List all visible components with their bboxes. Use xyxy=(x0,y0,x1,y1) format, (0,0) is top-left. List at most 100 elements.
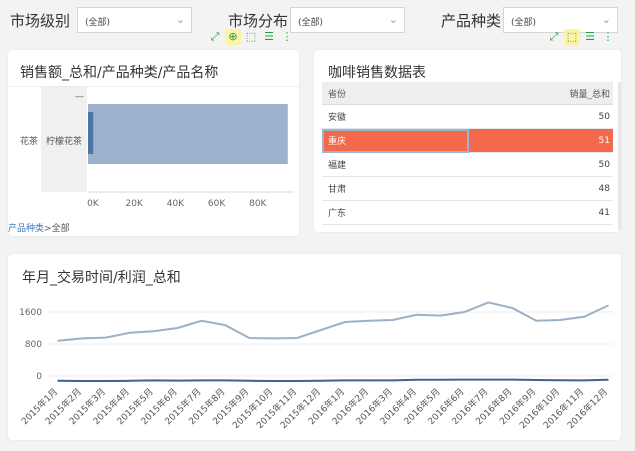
table-row[interactable]: 广西40 xyxy=(322,224,613,232)
more-vert-icon[interactable]: ⋮ xyxy=(600,29,616,45)
cell-sales[interactable]: 40 xyxy=(469,224,613,232)
line-point[interactable] xyxy=(344,379,346,382)
line-point[interactable] xyxy=(200,379,203,382)
column-header-province[interactable]: 省份 xyxy=(322,82,469,105)
collapse-toggle[interactable]: — xyxy=(75,92,84,102)
bar-chart: — 花茶 柠檬花茶 0K 20K 40K 60K 80K xyxy=(8,86,299,209)
line-point[interactable] xyxy=(368,379,370,382)
filter-label: 市场级别 xyxy=(10,11,71,30)
cell-province[interactable]: 广西 xyxy=(322,224,469,232)
line-point[interactable] xyxy=(487,378,490,381)
list-icon[interactable]: ☰ xyxy=(582,29,598,45)
line-point[interactable] xyxy=(272,380,275,382)
line-point[interactable] xyxy=(511,378,514,381)
cell-province[interactable]: 甘肃 xyxy=(322,176,469,201)
line-point[interactable] xyxy=(511,307,514,309)
line-point[interactable] xyxy=(583,316,585,318)
bar-chart-toolbar: ⤢ ⊕ ⬚ ☰ ⋮ xyxy=(207,29,295,45)
cell-sales[interactable]: 51 xyxy=(469,128,613,153)
column-header-sales[interactable]: 销量_总和 xyxy=(469,82,613,105)
market-level-select[interactable]: (全部) ⌄ xyxy=(77,7,192,33)
cell-sales[interactable]: 48 xyxy=(469,176,613,201)
table-row[interactable]: 甘肃 48 xyxy=(322,176,613,201)
x-tick-label: 40K xyxy=(167,199,185,209)
filter-label: 产品种类 xyxy=(441,11,502,30)
line-point[interactable] xyxy=(344,321,346,323)
expand-icon[interactable]: ⤢ xyxy=(207,29,223,45)
line-series-lower[interactable] xyxy=(57,378,609,382)
line-point[interactable] xyxy=(128,380,131,382)
line-point[interactable] xyxy=(583,379,585,382)
zoom-icon[interactable]: ⊕ xyxy=(225,29,241,45)
line-point[interactable] xyxy=(463,378,466,381)
line-point[interactable] xyxy=(296,380,298,382)
line-point[interactable] xyxy=(439,379,442,381)
cell-province[interactable]: 福建 xyxy=(322,152,469,177)
list-icon[interactable]: ☰ xyxy=(261,29,277,45)
line-point[interactable] xyxy=(463,311,466,313)
line-point[interactable] xyxy=(128,332,131,334)
line-point[interactable] xyxy=(487,301,490,304)
line-point[interactable] xyxy=(607,379,609,381)
panel-title: 咖啡销售数据表 xyxy=(328,65,426,81)
line-point[interactable] xyxy=(415,379,418,381)
line-point[interactable] xyxy=(535,379,538,381)
line-point[interactable] xyxy=(391,319,394,321)
bar-inner-highlight[interactable] xyxy=(88,112,94,154)
x-tick-label: 20K xyxy=(126,199,144,209)
line-point[interactable] xyxy=(296,337,298,339)
line-point[interactable] xyxy=(200,320,203,322)
line-point[interactable] xyxy=(559,319,561,321)
cell-sales[interactable]: 50 xyxy=(469,104,613,129)
line-point[interactable] xyxy=(368,320,370,322)
line-point[interactable] xyxy=(248,380,251,382)
line-point[interactable] xyxy=(272,337,275,340)
market-distribution-select[interactable]: (全部) ⌄ xyxy=(290,7,405,33)
line-point[interactable] xyxy=(320,380,322,382)
bar-chart-panel: 销售额_总和/产品种类/产品名称 — 花茶 柠檬花茶 0K 20K 40K 60K 80… xyxy=(8,50,299,236)
line-series-upper[interactable] xyxy=(57,301,609,342)
panel-title: 销售额_总和/产品种类/产品名称 xyxy=(20,65,219,81)
line-point[interactable] xyxy=(320,329,322,331)
row-product-label: 柠檬花茶 xyxy=(46,135,82,147)
breadcrumb-link[interactable]: 产品种类 xyxy=(8,224,44,234)
line-point[interactable] xyxy=(105,380,107,382)
expand-icon[interactable]: ⤢ xyxy=(546,29,562,45)
line-point[interactable] xyxy=(176,327,179,329)
line-point[interactable] xyxy=(391,379,394,382)
row-category-label: 花茶 xyxy=(20,135,38,147)
line-point[interactable] xyxy=(559,379,561,381)
chevron-down-icon: ⌄ xyxy=(388,13,398,26)
line-point[interactable] xyxy=(81,337,83,340)
table-row[interactable]: 福建 50 xyxy=(322,152,613,177)
line-point[interactable] xyxy=(81,380,83,382)
line-point[interactable] xyxy=(439,314,442,317)
cell-sales[interactable]: 41 xyxy=(469,200,613,225)
line-point[interactable] xyxy=(607,304,609,307)
line-point[interactable] xyxy=(105,336,107,339)
line-point[interactable] xyxy=(176,379,179,382)
y-tick-label: 0 xyxy=(36,372,42,382)
line-point[interactable] xyxy=(535,320,538,322)
table-row[interactable]: 重庆 51 xyxy=(322,128,613,153)
cell-province[interactable]: 安徽 xyxy=(322,104,469,129)
line-point[interactable] xyxy=(152,379,155,382)
table-row[interactable]: 安徽 50 xyxy=(322,104,613,129)
line-point[interactable] xyxy=(415,314,418,316)
x-tick-label: 60K xyxy=(208,199,226,209)
line-point[interactable] xyxy=(224,324,227,326)
line-point[interactable] xyxy=(224,379,227,382)
scrollbar[interactable] xyxy=(618,82,621,230)
select-cursor-icon[interactable]: ⬚ xyxy=(243,29,259,45)
line-point[interactable] xyxy=(248,337,251,339)
line-point[interactable] xyxy=(57,380,59,382)
select-cursor-icon[interactable]: ⬚ xyxy=(564,29,580,45)
table-row[interactable]: 广东 41 xyxy=(322,200,613,225)
cell-province[interactable]: 广东 xyxy=(322,200,469,225)
cell-province[interactable]: 重庆 xyxy=(322,128,469,153)
bar-sales-total[interactable] xyxy=(88,104,288,164)
line-point[interactable] xyxy=(152,330,155,332)
line-point[interactable] xyxy=(57,340,59,342)
cell-sales[interactable]: 50 xyxy=(469,152,613,177)
more-vert-icon[interactable]: ⋮ xyxy=(279,29,295,45)
